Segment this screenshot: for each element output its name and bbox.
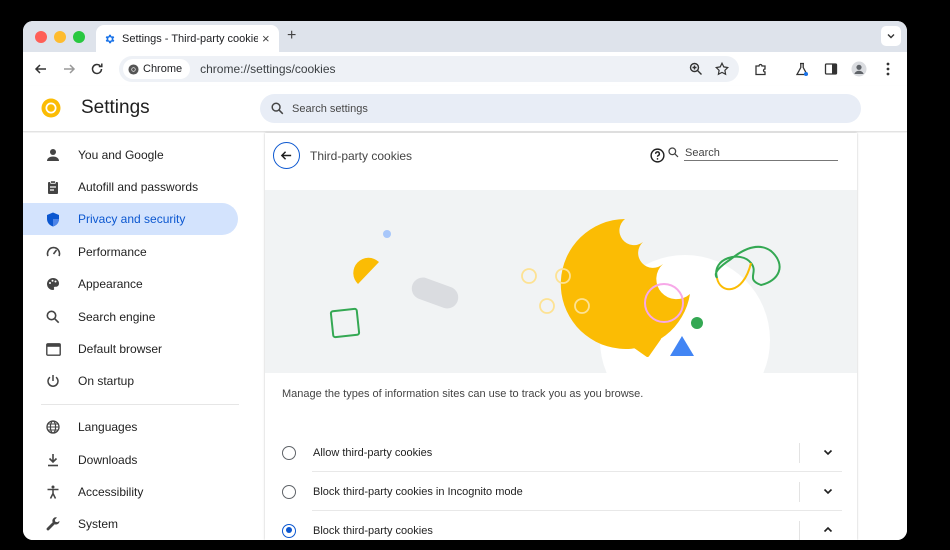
zoom-button[interactable]: [688, 61, 704, 77]
settings-search-input[interactable]: Search settings: [260, 94, 861, 123]
page-description: Manage the types of information sites ca…: [282, 388, 644, 400]
chevron-up-icon[interactable]: [822, 524, 834, 536]
url-text[interactable]: chrome://settings/cookies: [200, 62, 335, 76]
wrench-icon: [45, 516, 61, 532]
sidebar-item-languages[interactable]: Languages: [23, 411, 238, 443]
tab-search-button[interactable]: [881, 26, 901, 46]
palette-icon: [45, 276, 61, 292]
arrow-left-icon: [280, 151, 292, 160]
minimize-window-button[interactable]: [54, 31, 66, 43]
sidebar-item-autofill[interactable]: Autofill and passwords: [23, 171, 238, 203]
browser-icon: [45, 341, 61, 357]
reload-button[interactable]: [88, 60, 106, 78]
clipboard-icon: [45, 179, 61, 195]
cookies-card: Third-party cookies Search Manage the ty…: [265, 133, 857, 540]
settings-header: Settings Search settings: [23, 86, 907, 132]
chevron-down-icon[interactable]: [822, 485, 834, 497]
sidebar-item-search-engine[interactable]: Search engine: [23, 301, 238, 333]
radio-block-incognito[interactable]: [282, 484, 296, 499]
row-separator: [799, 521, 800, 540]
forward-button[interactable]: [60, 60, 78, 78]
bookmark-button[interactable]: [714, 61, 730, 77]
flask-icon: [795, 62, 809, 76]
accessibility-icon: [45, 484, 61, 500]
sidebar-item-on-startup[interactable]: On startup: [23, 365, 238, 397]
menu-button[interactable]: [880, 61, 896, 77]
shield-icon: [45, 211, 61, 227]
arrow-right-icon: [64, 64, 76, 74]
sidebar-divider: [41, 404, 239, 405]
sidebar-item-accessibility[interactable]: Accessibility: [23, 476, 238, 508]
back-button[interactable]: [32, 60, 50, 78]
address-bar[interactable]: Chrome chrome://settings/cookies: [119, 56, 739, 82]
labs-button[interactable]: [794, 61, 810, 77]
subpage-search-placeholder: Search: [685, 146, 720, 159]
sidebar-item-appearance[interactable]: Appearance: [23, 268, 238, 300]
arrow-left-icon: [34, 64, 46, 74]
tab-strip: Settings - Third-party cookies × +: [23, 21, 907, 52]
subpage-search-input[interactable]: Search: [668, 145, 838, 161]
toolbar: Chrome chrome://settings/cookies: [23, 52, 907, 86]
back-arrow-button[interactable]: [273, 142, 300, 169]
search-icon: [271, 102, 284, 115]
settings-search-placeholder: Search settings: [292, 102, 368, 115]
radio-allow[interactable]: [282, 445, 296, 460]
sidebar-item-privacy[interactable]: Privacy and security: [23, 203, 238, 235]
sidebar-item-performance[interactable]: Performance: [23, 236, 238, 268]
sidebar-item-downloads[interactable]: Downloads: [23, 444, 238, 476]
radio-block-third-party[interactable]: [282, 523, 296, 538]
tab-title: Settings - Third-party cookies: [122, 32, 258, 45]
row-separator: [799, 443, 800, 463]
site-info-chip[interactable]: Chrome: [123, 59, 191, 79]
close-tab-icon[interactable]: ×: [262, 31, 270, 46]
tab-settings[interactable]: Settings - Third-party cookies ×: [96, 25, 279, 52]
option-block-third-party[interactable]: Block third-party cookies: [282, 511, 842, 540]
sidebar-item-you-and-google[interactable]: You and Google: [23, 139, 238, 171]
gear-icon: [105, 34, 115, 43]
site-chip-label: Chrome: [143, 63, 183, 75]
search-icon: [45, 309, 61, 325]
page-title: Settings: [81, 97, 150, 118]
side-panel-icon: [824, 63, 838, 75]
option-allow-third-party[interactable]: Allow third-party cookies: [282, 433, 842, 472]
new-tab-button[interactable]: +: [287, 27, 296, 45]
chevron-down-icon: [887, 34, 895, 39]
star-icon: [715, 62, 729, 76]
search-icon: [668, 147, 679, 158]
sidebar-item-default-browser[interactable]: Default browser: [23, 333, 238, 365]
download-icon: [45, 452, 61, 468]
subpage-title: Third-party cookies: [310, 149, 413, 163]
person-icon: [45, 147, 61, 163]
zoom-icon: [689, 62, 702, 75]
side-panel-button[interactable]: [823, 61, 839, 77]
option-block-incognito[interactable]: Block third-party cookies in Incognito m…: [282, 472, 842, 511]
power-icon: [45, 373, 61, 389]
zoom-window-button[interactable]: [73, 31, 85, 43]
close-window-button[interactable]: [35, 31, 47, 43]
settings-logo-icon: [41, 98, 61, 118]
avatar-icon: [851, 61, 867, 77]
sidebar-item-system[interactable]: System: [23, 508, 238, 540]
extensions-button[interactable]: [753, 61, 769, 77]
kebab-menu-icon: [886, 62, 890, 76]
row-separator: [799, 482, 800, 502]
sidebar: You and Google Autofill and passwords Pr…: [23, 133, 253, 540]
browser-window: Settings - Third-party cookies × + Chrom…: [23, 21, 907, 540]
cookie-illustration-art: [329, 219, 781, 373]
profile-button[interactable]: [851, 61, 867, 77]
chrome-icon: [128, 63, 139, 75]
cookie-illustration: [265, 190, 857, 373]
chevron-down-icon[interactable]: [822, 446, 834, 458]
reload-icon: [91, 63, 103, 75]
speedometer-icon: [45, 244, 61, 260]
puzzle-icon: [755, 63, 766, 76]
globe-icon: [45, 419, 61, 435]
help-icon[interactable]: [650, 148, 665, 163]
